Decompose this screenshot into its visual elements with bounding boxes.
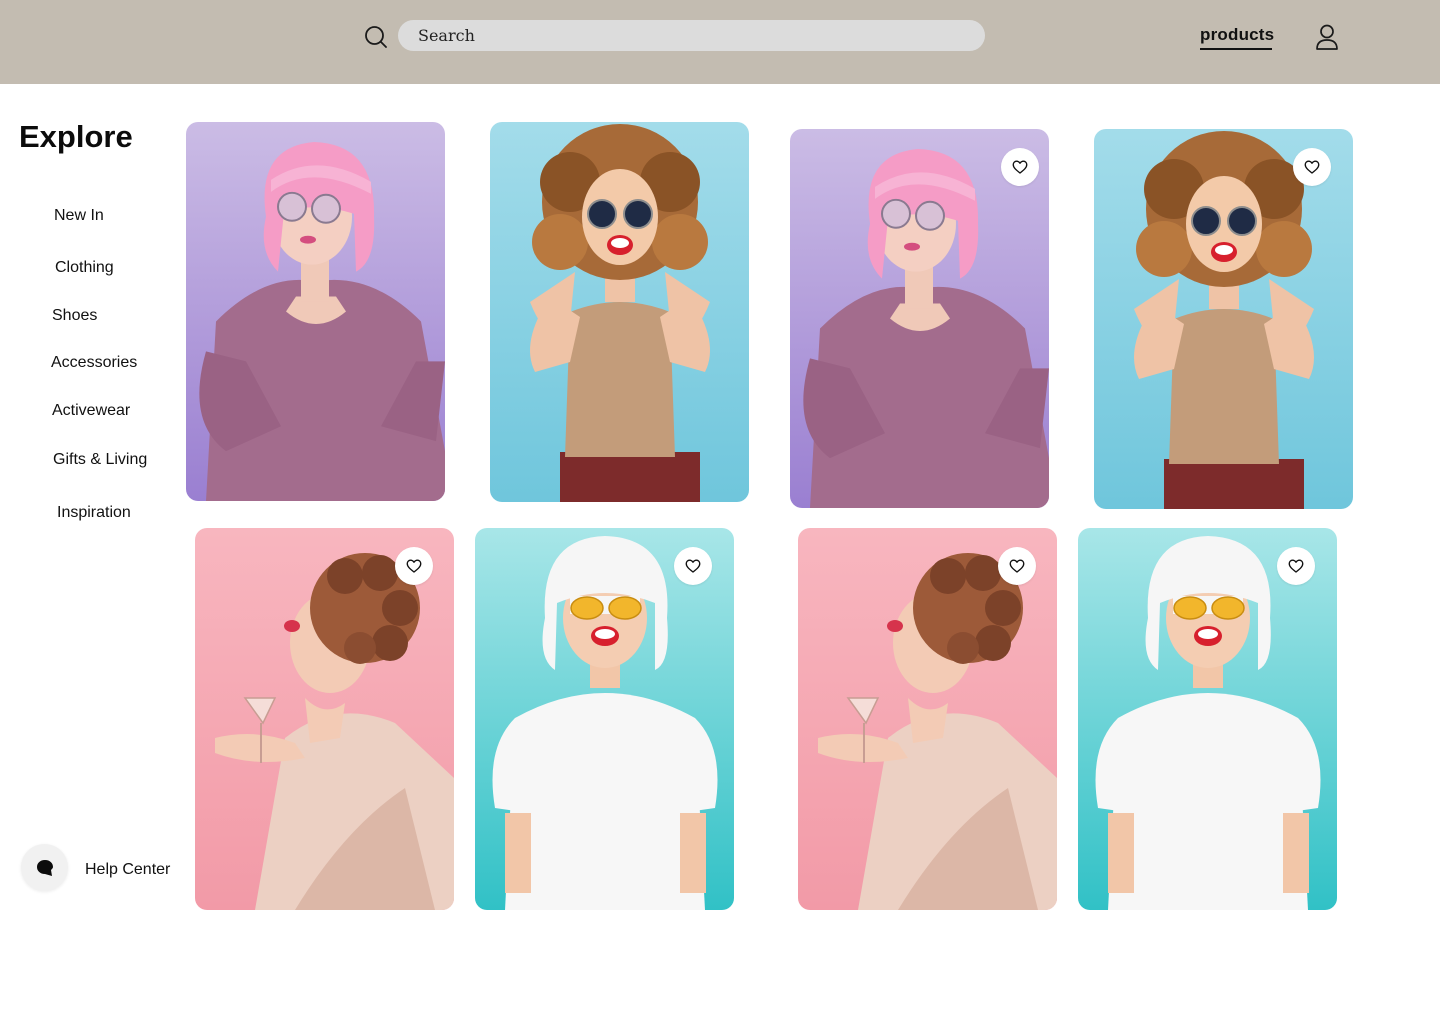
product-image	[195, 528, 454, 910]
favorite-button[interactable]	[998, 547, 1036, 585]
help-center-label[interactable]: Help Center	[85, 861, 170, 879]
search-input[interactable]	[398, 20, 985, 51]
favorite-button[interactable]	[395, 547, 433, 585]
help-center-button[interactable]	[21, 844, 68, 891]
active-nav-underline	[1200, 48, 1272, 50]
product-card[interactable]	[186, 122, 445, 501]
product-card[interactable]	[798, 528, 1057, 910]
sidebar-item-activewear[interactable]: Activewear	[52, 402, 130, 420]
favorite-button[interactable]	[1293, 148, 1331, 186]
chat-bubble-icon	[36, 859, 53, 876]
heart-icon	[406, 559, 422, 573]
user-account-icon[interactable]	[1314, 23, 1340, 51]
product-card[interactable]	[1094, 129, 1353, 509]
top-header: products	[0, 0, 1440, 84]
favorite-button[interactable]	[1001, 148, 1039, 186]
heart-icon	[685, 559, 701, 573]
heart-icon	[1288, 559, 1304, 573]
product-image	[1094, 129, 1353, 509]
sidebar-item-gifts-living[interactable]: Gifts & Living	[53, 451, 147, 469]
heart-icon	[1304, 160, 1320, 174]
product-card[interactable]	[195, 528, 454, 910]
favorite-button[interactable]	[1277, 547, 1315, 585]
product-image	[186, 122, 445, 501]
search-icon[interactable]	[363, 24, 389, 50]
sidebar-item-shoes[interactable]: Shoes	[52, 307, 97, 325]
product-card[interactable]	[790, 129, 1049, 508]
product-card[interactable]	[475, 528, 734, 910]
product-card[interactable]	[490, 122, 749, 502]
sidebar-item-accessories[interactable]: Accessories	[51, 354, 137, 372]
sidebar-item-clothing[interactable]: Clothing	[55, 259, 114, 277]
product-image	[1078, 528, 1337, 910]
product-card[interactable]	[1078, 528, 1337, 910]
heart-icon	[1012, 160, 1028, 174]
product-image	[790, 129, 1049, 508]
product-image	[475, 528, 734, 910]
product-image	[798, 528, 1057, 910]
product-image	[490, 122, 749, 502]
heart-icon	[1009, 559, 1025, 573]
sidebar-item-new-in[interactable]: New In	[54, 207, 104, 225]
sidebar-item-inspiration[interactable]: Inspiration	[57, 504, 131, 522]
favorite-button[interactable]	[674, 547, 712, 585]
sidebar-title: Explore	[19, 119, 133, 154]
nav-link-products[interactable]: products	[1200, 25, 1274, 45]
